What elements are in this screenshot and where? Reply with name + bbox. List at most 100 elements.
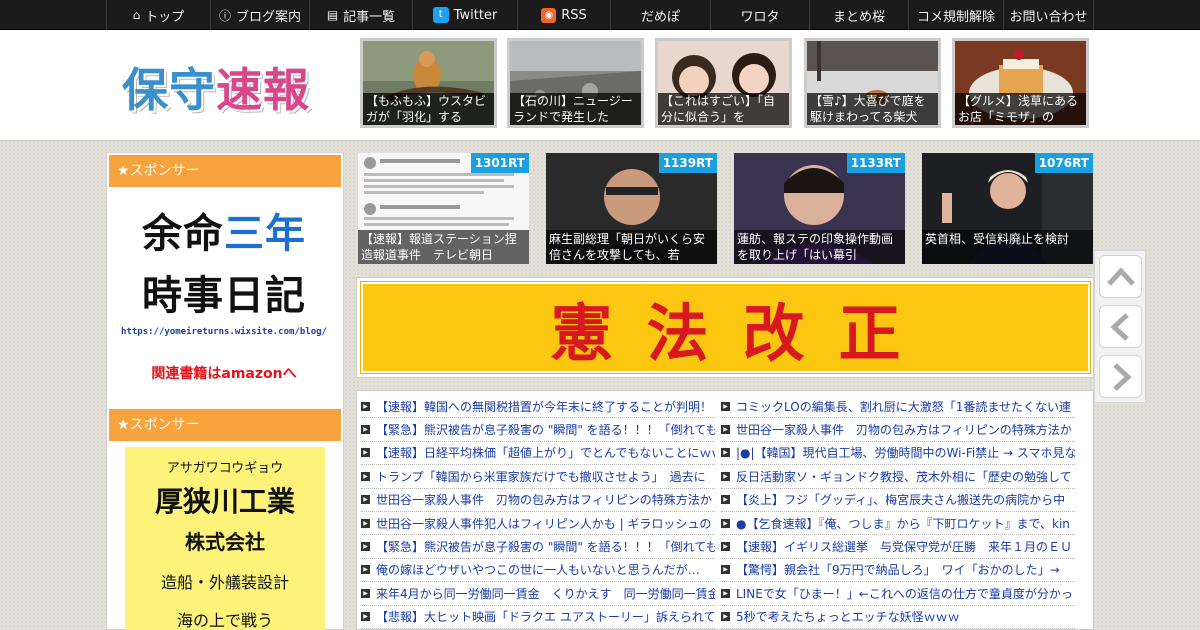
nav-item-6[interactable]: ワロタ xyxy=(710,0,809,30)
header-thumb-2[interactable]: 【石の川】ニュージーランドで発生した xyxy=(507,38,644,128)
home-icon: ⌂ xyxy=(132,8,141,22)
news-list-item[interactable]: ▶ 【悲報】大ヒット映画「ドラクエ ユアストーリー」訴えられて xyxy=(361,606,715,629)
ad2-company-type: 株式会社 xyxy=(185,530,265,554)
nav-item-3[interactable]: t Twitter xyxy=(412,0,517,30)
news-list-item[interactable]: ▶ トランプ「韓国から米軍家族だけでも撤収させよう」 過去に xyxy=(361,465,715,489)
arrow-bullet-icon: ▶ xyxy=(721,495,730,505)
nav-item-label: 記事一覧 xyxy=(343,9,396,25)
news-link-text: コミックLOの編集長、割れ厨に大激怒「1番読ませたくない連 xyxy=(736,399,1071,414)
ad-title-line1: 余命三年 xyxy=(117,201,331,259)
news-list-item[interactable]: ▶ 【緊急】熊沢被告が息子殺害の "瞬間" を語る！！！「倒れても xyxy=(361,535,715,559)
news-list-item[interactable]: ▶ |●|【韓国】現代自工場、労働時間中のWi-Fi禁止 → スマホ見な xyxy=(721,442,1075,466)
yomei-ad-banner[interactable]: 余命三年 時事日記 https://yomeireturns.wixsite.c… xyxy=(117,201,331,383)
news-list-item[interactable]: ▶ 世田谷一家殺人事件 刃物の包み方はフィリピンの特殊方法か xyxy=(361,489,715,512)
site-logo[interactable]: 保守速報 xyxy=(122,54,310,120)
featured-article-2[interactable]: 1139RT 麻生副総理「朝日がいくら安倍さんを攻撃しても、若 xyxy=(546,153,717,264)
news-list-item[interactable]: ▶ コミックLOの編集長、割れ厨に大激怒「1番読ませたくない連 xyxy=(721,395,1075,419)
header-thumb-1[interactable]: 【もふもふ】ウスタビガが「羽化」する xyxy=(360,38,497,128)
header-thumb-4[interactable]: 【雪♪】大喜びで庭を駆けまわってる柴犬 xyxy=(804,38,941,128)
nav-item-label: ブログ案内 xyxy=(236,9,302,25)
news-list-item[interactable]: ▶ 俺の嫁ほどウザいやつこの世に一人もいないと思うんだが… xyxy=(361,559,715,583)
news-list-item[interactable]: ▶ 【速報】イギリス総選挙 与党保守党が圧勝 来年１月のＥＵ xyxy=(721,535,1075,559)
scroll-controls xyxy=(1094,250,1146,403)
news-link-text: 【悲報】大ヒット映画「ドラクエ ユアストーリー」訴えられて xyxy=(376,610,715,625)
nav-item-5[interactable]: だめぽ xyxy=(610,0,710,30)
arrow-bullet-icon: ▶ xyxy=(361,565,370,575)
ad-title-line2: 時事日記 xyxy=(142,273,306,319)
featured-article-1[interactable]: 1301RT 【速報】報道ステーション捏造報道事件 テレビ朝日 xyxy=(358,153,529,264)
thumb-caption: 【もふもふ】ウスタビガが「羽化」する xyxy=(363,93,494,125)
news-list-item[interactable]: ▶ 来年4月から同一労働同一賃金 くりかえす 同一労働同一賃金 xyxy=(361,582,715,606)
news-list-panel: ▶ 【速報】韓国への無関税措置が今年末に終了することが判明！ ▶ 【緊急】熊沢被告が息… xyxy=(356,390,1094,630)
news-link-text: 【速報】イギリス総選挙 与党保守党が圧勝 来年１月のＥＵ xyxy=(736,540,1073,555)
next-button[interactable] xyxy=(1099,355,1142,398)
news-link-text: 【緊急】熊沢被告が息子殺害の "瞬間" を語る！！！「倒れても xyxy=(376,423,715,438)
news-list-item[interactable]: ▶ 【速報】韓国への無関税措置が今年末に終了することが判明！ xyxy=(361,395,715,419)
asagawa-ad-banner[interactable]: アサガワコウギョウ 厚狭川工業 株式会社 造船・外艤装設計 海の上で戦う xyxy=(125,447,325,630)
news-link-text: 【炎上】フジ「グッディ」、梅宮辰夫さん搬送先の病院から中 xyxy=(736,493,1066,508)
nav-item-1[interactable]: ⓘ ブログ案内 xyxy=(210,0,309,30)
news-link-text: 【速報】日経平均株価「超値上がり」でとんでもないことにｗｗ xyxy=(376,446,715,461)
news-list-item[interactable]: ▶ 【速報】日経平均株価「超値上がり」でとんでもないことにｗｗ xyxy=(361,442,715,466)
news-list-item[interactable]: ▶ 【緊急】熊沢被告が息子殺害の "瞬間" を語る！！！「倒れても xyxy=(361,418,715,442)
nav-item-7[interactable]: まとめ桜 xyxy=(809,0,908,30)
chevron-right-icon xyxy=(1112,362,1132,391)
amazon-link[interactable]: 関連書籍はamazonへ xyxy=(117,363,331,383)
arrow-bullet-icon: ▶ xyxy=(361,542,370,552)
news-list-item[interactable]: ▶ ●【乞食速報】『俺、つしま』から『下町ロケット』まで、kin xyxy=(721,512,1075,536)
chevron-up-icon xyxy=(1106,266,1135,286)
arrow-bullet-icon: ▶ xyxy=(721,401,730,411)
ad2-extra: 海の上で戦う xyxy=(176,611,273,630)
featured-caption: 蓮舫、報ステの印象操作動画を取り上げ「はい幕引 xyxy=(734,230,905,264)
arrow-bullet-icon: ▶ xyxy=(361,495,370,505)
constitution-banner[interactable]: 憲法改正 xyxy=(360,281,1091,374)
news-link-text: 反日活動家ソ・ギョンドク教授、茂木外相に「歴史の勉強して xyxy=(736,469,1072,484)
news-link-text: LINEで女「ひまー！」←これへの返信の仕方で童貞度が分かっ xyxy=(736,586,1073,601)
news-link-text: 5秒で考えたちょっとエッチな妖怪ｗｗｗ xyxy=(736,610,960,625)
nav-item-label: コメ規制解除 xyxy=(916,9,995,25)
featured-caption: 英首相、受信料廃止を検討 xyxy=(922,230,1093,264)
sidebar: ★スポンサー 余命三年 時事日記 https://yomeireturns.wi… xyxy=(106,152,344,630)
nav-item-label: ワロタ xyxy=(740,9,780,25)
nav-item-0[interactable]: ⌂ トップ xyxy=(106,0,210,30)
prev-button[interactable] xyxy=(1099,305,1142,348)
news-list-item[interactable]: ▶ 5秒で考えたちょっとエッチな妖怪ｗｗｗ xyxy=(721,606,1075,629)
arrow-bullet-icon: ▶ xyxy=(721,588,730,598)
info-icon: ⓘ xyxy=(218,8,231,23)
arrow-bullet-icon: ▶ xyxy=(721,471,730,481)
arrow-bullet-icon: ▶ xyxy=(361,425,370,435)
arrow-bullet-icon: ▶ xyxy=(721,542,730,552)
news-list-item[interactable]: ▶ 反日活動家ソ・ギョンドク教授、茂木外相に「歴史の勉強して xyxy=(721,465,1075,489)
site-header: 保守速報 【もふもふ】ウスタビガが「羽化」する 【石の川】ニュージーランドで発生… xyxy=(0,30,1200,141)
scroll-up-button[interactable] xyxy=(1099,255,1142,298)
arrow-bullet-icon: ▶ xyxy=(361,612,370,622)
news-list-item[interactable]: ▶ 【驚愕】親会社「9万円で納品しろ」 ワイ「おかのした」→ xyxy=(721,559,1075,583)
news-link-text: 世田谷一家殺人事件犯人はフィリピン人かも | ギラロッシュの xyxy=(376,516,712,531)
nav-item-8[interactable]: コメ規制解除 xyxy=(908,0,1003,30)
news-list-item[interactable]: ▶ LINEで女「ひまー！」←これへの返信の仕方で童貞度が分かっ xyxy=(721,582,1075,606)
news-list-right: ▶ コミックLOの編集長、割れ厨に大激怒「1番読ませたくない連 ▶ 世田谷一家殺人事件… xyxy=(721,395,1075,629)
nav-item-9[interactable]: お問い合わせ xyxy=(1003,0,1094,30)
news-list-item[interactable]: ▶ 世田谷一家殺人事件犯人はフィリピン人かも | ギラロッシュの xyxy=(361,512,715,536)
news-link-text: ●【乞食速報】『俺、つしま』から『下町ロケット』まで、kin xyxy=(736,516,1070,531)
header-thumb-5[interactable]: 【グルメ】浅草にあるお店「ミモザ」の xyxy=(952,38,1089,128)
news-list-item[interactable]: ▶ 【炎上】フジ「グッディ」、梅宮辰夫さん搬送先の病院から中 xyxy=(721,489,1075,512)
logo-text-part1: 保守 xyxy=(122,63,216,117)
featured-article-3[interactable]: 1133RT 蓮舫、報ステの印象操作動画を取り上げ「はい幕引 xyxy=(734,153,905,264)
sponsor-heading: ★スポンサー xyxy=(109,155,341,187)
featured-article-4[interactable]: 1076RT 英首相、受信料廃止を検討 xyxy=(922,153,1093,264)
rss-icon: ◉ xyxy=(541,7,557,23)
news-link-text: 【速報】韓国への無関税措置が今年末に終了することが判明！ xyxy=(376,399,713,414)
news-list-item[interactable]: ▶ 世田谷一家殺人事件 刃物の包み方はフィリピンの特殊方法か xyxy=(721,418,1075,442)
banner-wrapper: 憲法改正 xyxy=(356,277,1094,378)
nav-item-4[interactable]: ◉ RSS xyxy=(517,0,610,30)
news-link-text: 来年4月から同一労働同一賃金 くりかえす 同一労働同一賃金 xyxy=(376,586,715,601)
twitter-icon: t xyxy=(432,7,449,23)
nav-item-label: トップ xyxy=(145,9,185,25)
ad2-company-name: 厚狭川工業 xyxy=(154,485,295,518)
news-link-text: トランプ「韓国から米軍家族だけでも撤収させよう」 過去に xyxy=(376,469,706,484)
ad2-kana: アサガワコウギョウ xyxy=(166,461,284,476)
news-list-left: ▶ 【速報】韓国への無関税措置が今年末に終了することが判明！ ▶ 【緊急】熊沢被告が息… xyxy=(361,395,715,629)
nav-item-2[interactable]: ▤ 記事一覧 xyxy=(309,0,412,30)
header-thumb-3[interactable]: 【これはすごい】「自分に似合う」を xyxy=(655,38,792,128)
